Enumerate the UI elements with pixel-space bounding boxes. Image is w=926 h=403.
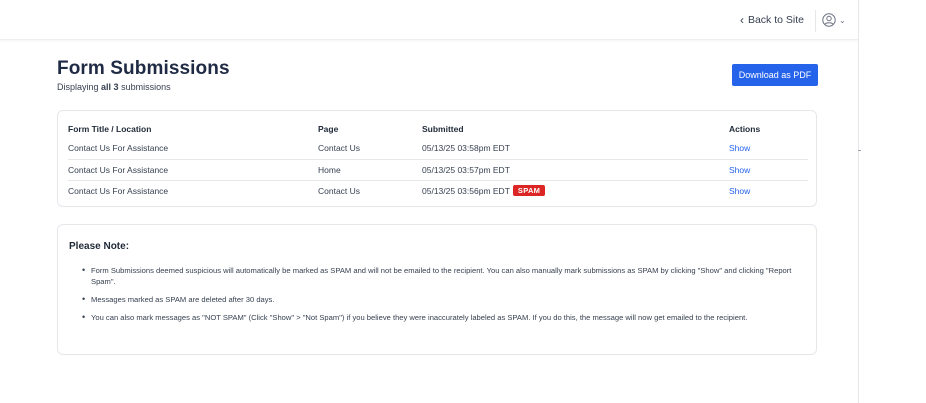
table-row: Contact Us For Assistance Home 05/13/25 …	[68, 159, 808, 180]
row-title: Contact Us For Assistance	[68, 165, 169, 175]
page-subtitle: Displaying all 3 submissions	[57, 82, 171, 92]
note-list: Form Submissions deemed suspicious will …	[82, 265, 798, 330]
row-title: Contact Us For Assistance	[68, 143, 169, 153]
row-title: Contact Us For Assistance	[68, 186, 169, 196]
table-header-row: Form Title / Location Page Submitted Act…	[68, 119, 808, 140]
table-row: Contact Us For Assistance Contact Us 05/…	[68, 180, 808, 201]
back-to-site-label: Back to Site	[747, 14, 804, 26]
show-link[interactable]: Show	[729, 143, 750, 153]
spam-badge: SPAM	[512, 185, 546, 196]
please-note-panel: Please Note: Form Submissions deemed sus…	[57, 224, 817, 355]
app: ‹ Back to Site ⌄ Form Submissions Displa…	[0, 0, 858, 403]
column-header-title: Form Title / Location	[68, 124, 152, 134]
submissions-table: Form Title / Location Page Submitted Act…	[57, 110, 817, 207]
row-submitted: 05/13/25 03:57pm EDT	[422, 165, 510, 175]
note-item: You can also mark messages as "NOT SPAM"…	[82, 312, 798, 323]
show-link[interactable]: Show	[729, 165, 750, 175]
note-title: Please Note:	[69, 241, 130, 252]
column-header-submitted: Submitted	[422, 124, 464, 134]
row-submitted-text: 05/13/25 03:56pm EDT	[422, 186, 510, 196]
note-item: Form Submissions deemed suspicious will …	[82, 265, 798, 287]
subtitle-prefix: Displaying	[57, 82, 99, 92]
column-header-actions: Actions	[729, 124, 761, 134]
back-to-site-link[interactable]: ‹ Back to Site	[740, 14, 804, 26]
subtitle-suffix: submissions	[121, 82, 171, 92]
subtitle-count: all 3	[101, 82, 119, 92]
user-menu[interactable]: ⌄	[822, 13, 846, 27]
show-link[interactable]: Show	[729, 186, 750, 196]
chevron-left-icon: ‹	[739, 13, 744, 27]
window-edge-tick	[858, 150, 861, 151]
row-submitted: 05/13/25 03:56pm EDT SPAM	[422, 185, 546, 197]
download-pdf-button[interactable]: Download as PDF	[732, 64, 818, 86]
topbar-divider	[815, 10, 816, 32]
row-page: Contact Us	[318, 186, 361, 196]
user-circle-icon	[822, 13, 836, 27]
top-bar: ‹ Back to Site ⌄	[0, 0, 858, 40]
row-page: Contact Us	[318, 143, 361, 153]
chevron-down-icon: ⌄	[839, 15, 846, 25]
row-submitted: 05/13/25 03:58pm EDT	[422, 143, 510, 153]
table-row: Contact Us For Assistance Contact Us 05/…	[68, 138, 808, 159]
page-title: Form Submissions	[57, 58, 230, 79]
row-page: Home	[318, 165, 341, 175]
column-header-page: Page	[318, 124, 339, 134]
note-item: Messages marked as SPAM are deleted afte…	[82, 294, 798, 305]
window-edge	[858, 0, 859, 403]
